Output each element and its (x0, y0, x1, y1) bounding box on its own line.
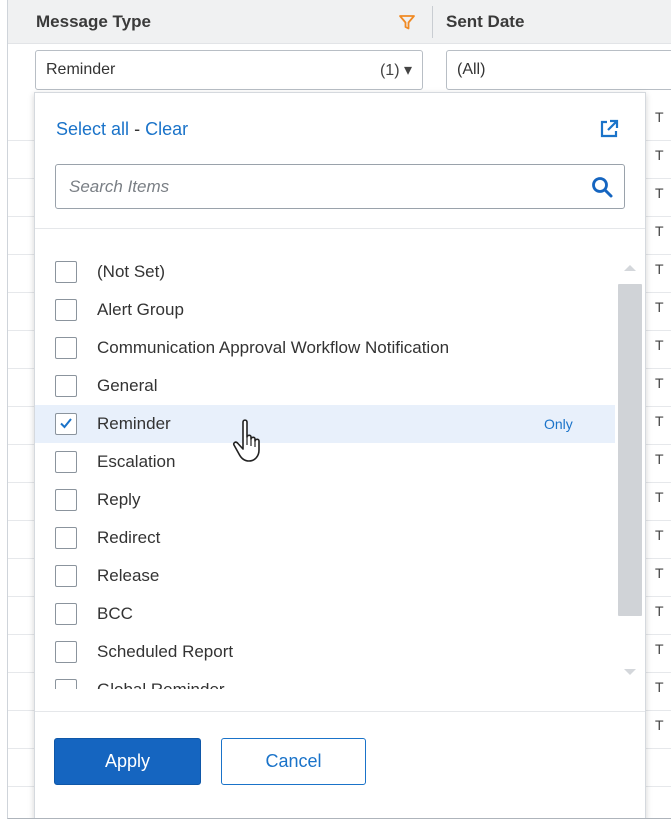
list-item-redirect[interactable]: Redirect (35, 519, 615, 557)
list-item-not-set[interactable]: (Not Set) (35, 253, 615, 291)
scrollbar-thumb[interactable] (618, 284, 642, 616)
column-header-sent-date-label: Sent Date (446, 12, 525, 31)
checkbox[interactable] (55, 261, 77, 283)
scroll-up-arrow-icon[interactable] (624, 265, 636, 271)
only-link[interactable]: Only (544, 416, 573, 432)
list-item-scheduled-report[interactable]: Scheduled Report (35, 633, 615, 671)
truncated-cell: T (655, 109, 664, 125)
list-item-label: BCC (97, 604, 133, 623)
list-item-label: Scheduled Report (97, 642, 234, 661)
list-item-alert-group[interactable]: Alert Group (35, 291, 615, 329)
checkbox[interactable] (55, 565, 77, 587)
truncated-cell: T (655, 337, 664, 353)
truncated-cell: T (655, 527, 664, 543)
external-link-icon[interactable] (598, 118, 620, 140)
cancel-button[interactable]: Cancel (221, 738, 366, 785)
select-links: Select all - Clear (56, 119, 188, 140)
checkbox-checked[interactable] (55, 413, 77, 435)
truncated-cell: T (655, 451, 664, 467)
list-item-reply[interactable]: Reply (35, 481, 615, 519)
truncated-cell: T (655, 603, 664, 619)
list-item-label: Redirect (97, 528, 161, 547)
checkbox[interactable] (55, 375, 77, 397)
truncated-cell: T (655, 679, 664, 695)
checkbox[interactable] (55, 337, 77, 359)
apply-button[interactable]: Apply (54, 738, 201, 785)
truncated-cell: T (655, 565, 664, 581)
search-placeholder: Search Items (69, 177, 170, 196)
truncated-cell: T (655, 185, 664, 201)
list-item-communication-approval[interactable]: Communication Approval Workflow Notifica… (35, 329, 615, 367)
checkbox[interactable] (55, 527, 77, 549)
filter-options-list: (Not Set) Alert Group Communication Appr… (35, 253, 615, 689)
list-item-label: Escalation (97, 452, 176, 471)
checkbox[interactable] (55, 451, 77, 473)
column-divider (432, 6, 433, 38)
check-icon (60, 418, 72, 429)
checkbox[interactable] (55, 489, 77, 511)
sent-date-filter-combo[interactable]: (All) (446, 50, 671, 90)
truncated-cell: T (655, 717, 664, 733)
truncated-cell: T (655, 375, 664, 391)
truncated-cell: T (655, 223, 664, 239)
clear-link[interactable]: Clear (145, 119, 188, 139)
truncated-cell: T (655, 261, 664, 277)
list-scrollbar[interactable] (617, 253, 643, 689)
list-item-label: Communication Approval Workflow Notifica… (97, 338, 450, 357)
select-all-link[interactable]: Select all (56, 119, 129, 139)
list-item-escalation[interactable]: Escalation (35, 443, 615, 481)
list-item-release[interactable]: Release (35, 557, 615, 595)
divider (35, 228, 645, 229)
search-input[interactable]: Search Items (55, 164, 625, 209)
grid-header: Message Type Sent Date (8, 0, 671, 44)
list-item-bcc[interactable]: BCC (35, 595, 615, 633)
list-item-label: Reply (97, 490, 141, 509)
divider (35, 711, 645, 712)
list-item-label: Reminder (97, 414, 171, 433)
list-item-general[interactable]: General (35, 367, 615, 405)
sent-date-filter-value: (All) (457, 61, 486, 78)
list-item-global-reminder[interactable]: Global Reminder (35, 671, 615, 689)
list-item-label: Global Reminder (97, 680, 225, 689)
column-header-message-type-label: Message Type (36, 12, 151, 31)
search-icon[interactable] (590, 175, 614, 199)
filter-row: Reminder (1) ▾ (All) (8, 44, 671, 98)
truncated-cell: T (655, 641, 664, 657)
message-type-filter-value: Reminder (46, 61, 116, 78)
checkbox[interactable] (55, 641, 77, 663)
link-separator: - (134, 119, 141, 139)
truncated-cell: T (655, 413, 664, 429)
list-item-label: Alert Group (97, 300, 184, 319)
column-header-message-type[interactable]: Message Type (36, 0, 436, 44)
funnel-icon[interactable] (398, 13, 416, 31)
list-item-label: Release (97, 566, 160, 585)
filter-dropdown-popup: Select all - Clear Search Items (Not Set… (34, 92, 646, 818)
checkbox[interactable] (55, 299, 77, 321)
checkbox[interactable] (55, 603, 77, 625)
scroll-down-arrow-icon[interactable] (624, 669, 636, 675)
truncated-cell: T (655, 299, 664, 315)
message-type-filter-combo[interactable]: Reminder (1) ▾ (35, 50, 423, 90)
list-item-reminder[interactable]: Reminder Only (35, 405, 615, 443)
truncated-cell: T (655, 489, 664, 505)
checkbox[interactable] (55, 679, 77, 689)
grid-frame: Message Type Sent Date Reminder (1) ▾ (A… (7, 0, 671, 819)
message-type-filter-count: (1) ▾ (379, 62, 412, 79)
list-item-label: (Not Set) (97, 262, 166, 281)
list-item-label: General (97, 376, 158, 395)
hand-pointer-icon (232, 419, 260, 462)
column-header-sent-date[interactable]: Sent Date (446, 0, 671, 44)
truncated-cell: T (655, 147, 664, 163)
